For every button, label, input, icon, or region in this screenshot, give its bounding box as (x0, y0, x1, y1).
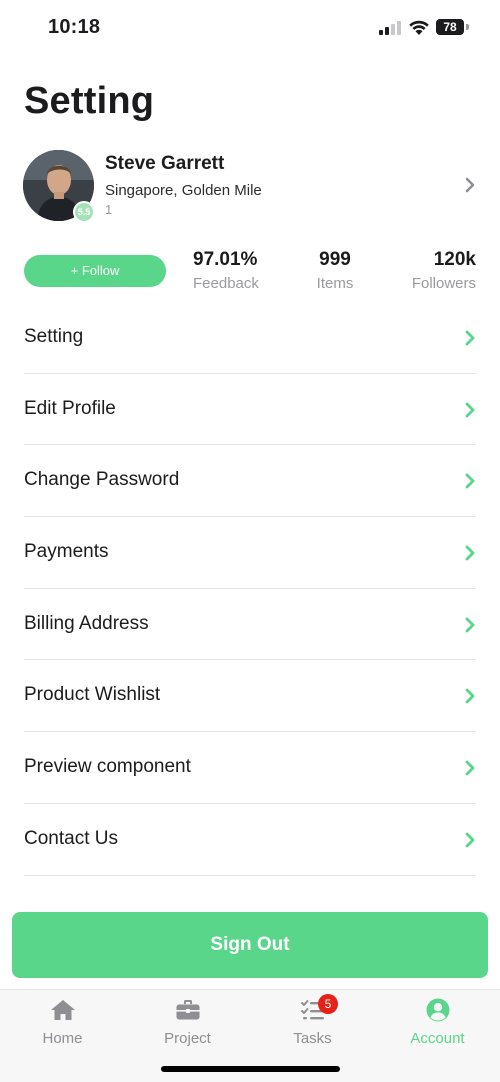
menu-item-label: Edit Profile (24, 397, 116, 419)
chevron-right-icon (465, 330, 475, 346)
stat-label: Followers (411, 275, 476, 292)
tab-account[interactable]: Account (375, 990, 500, 1060)
menu-item-payments[interactable]: Payments (24, 517, 476, 589)
tab-label: Account (410, 1030, 465, 1047)
chevron-right-icon (465, 832, 475, 848)
profile-subtext: 1 (105, 202, 113, 217)
stat-label: Feedback (193, 275, 259, 292)
stat-value: 97.01% (193, 249, 258, 270)
menu-item-label: Payments (24, 541, 109, 563)
status-time: 10:18 (48, 16, 101, 38)
stat-label: Items (316, 275, 354, 292)
profile-name: Steve Garrett (105, 153, 225, 174)
home-indicator (161, 1066, 340, 1072)
chevron-right-icon (465, 177, 475, 193)
chevron-right-icon (465, 617, 475, 633)
menu-item-contact-us[interactable]: Contact Us (24, 804, 476, 876)
chevron-right-icon (465, 545, 475, 561)
stat-value: 999 (319, 249, 351, 270)
chevron-right-icon (465, 473, 475, 489)
battery-icon: 78 (436, 19, 464, 35)
menu-item-label: Setting (24, 326, 84, 347)
stat-items: 999 Items (300, 249, 370, 292)
tab-tasks[interactable]: 5 Tasks (250, 990, 375, 1060)
menu-item-label: Preview component (24, 756, 191, 778)
level-badge: 5.5 (73, 201, 95, 223)
menu-item-billing-address[interactable]: Billing Address (24, 589, 476, 661)
profile-card[interactable]: 5.5 Steve Garrett Singapore, Golden Mile… (0, 146, 500, 226)
sign-out-button[interactable]: Sign Out (12, 912, 488, 978)
stat-value: 120k (433, 249, 476, 270)
menu-item-setting[interactable]: Setting (24, 302, 476, 374)
follow-button[interactable]: + Follow (24, 255, 166, 287)
menu-item-label: Contact Us (24, 827, 118, 849)
status-bar: 10:18 78 (0, 0, 500, 56)
menu-item-edit-profile[interactable]: Edit Profile (24, 374, 476, 446)
chevron-right-icon (465, 402, 475, 418)
tab-label: Tasks (293, 1030, 332, 1047)
tab-label: Home (42, 1030, 83, 1047)
settings-menu: Setting Edit Profile Change Password Pay… (0, 302, 500, 876)
wifi-icon (409, 20, 429, 35)
page-title: Setting (24, 80, 155, 122)
account-icon (426, 998, 450, 1022)
cellular-signal-icon (379, 21, 403, 35)
home-icon (51, 1000, 75, 1020)
menu-item-product-wishlist[interactable]: Product Wishlist (24, 660, 476, 733)
profile-location: Singapore, Golden Mile (105, 182, 262, 199)
tab-home[interactable]: Home (0, 990, 125, 1060)
menu-item-label: Billing Address (24, 612, 149, 634)
briefcase-icon (176, 1000, 200, 1020)
menu-item-preview-component[interactable]: Preview component (24, 732, 476, 804)
chevron-right-icon (465, 760, 475, 776)
menu-item-label: Product Wishlist (24, 684, 161, 706)
stat-feedback: 97.01% Feedback (193, 249, 259, 292)
menu-item-change-password[interactable]: Change Password (24, 445, 476, 518)
stat-followers: 120k Followers (412, 249, 476, 292)
tab-project[interactable]: Project (125, 990, 250, 1060)
chevron-right-icon (465, 689, 475, 704)
tab-label: Project (164, 1030, 211, 1047)
battery-cap (466, 24, 469, 30)
tasks-count-badge: 5 (318, 994, 338, 1014)
menu-item-label: Change Password (24, 469, 180, 491)
